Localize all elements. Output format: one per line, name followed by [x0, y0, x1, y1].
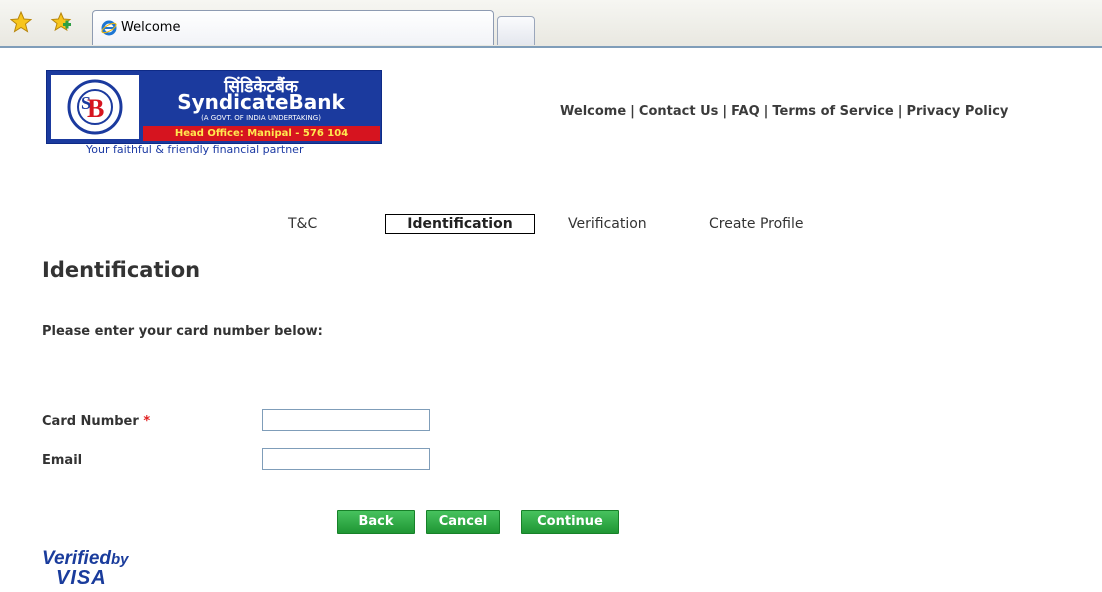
top-nav: Welcome | Contact Us | FAQ | Terms of Service |…	[560, 104, 1008, 119]
logo-head-office: Head Office: Manipal - 576 104	[143, 126, 380, 141]
cancel-button[interactable]: Cancel	[426, 510, 500, 534]
vbv-visa: VISA	[56, 567, 107, 589]
card-number-label-text: Card Number	[42, 414, 139, 429]
step-verification: Verification	[568, 216, 647, 232]
browser-tab-strip: Welcome	[0, 0, 1102, 48]
tab-title: Welcome	[121, 20, 181, 35]
nav-separator: |	[897, 104, 903, 119]
step-identification: Identification	[385, 214, 535, 234]
svg-text:S: S	[81, 93, 91, 113]
email-input[interactable]	[262, 448, 430, 470]
ie-icon	[101, 20, 117, 36]
nav-separator: |	[630, 104, 635, 119]
logo-box: B S सिंडिकेटबैंक SyndicateBank (A GOVT. …	[46, 70, 382, 144]
continue-button[interactable]: Continue	[521, 510, 619, 534]
add-favorite-icon[interactable]	[50, 11, 72, 33]
logo-subtitle: (A GOVT. OF INDIA UNDERTAKING)	[201, 114, 321, 122]
nav-welcome[interactable]: Welcome	[560, 104, 626, 119]
nav-terms-of-service[interactable]: Terms of Service	[772, 104, 893, 119]
new-tab-icon[interactable]	[497, 16, 535, 45]
logo-tagline: Your faithful & friendly financial partn…	[86, 143, 304, 156]
page-title: Identification	[42, 258, 201, 282]
tab-welcome[interactable]: Welcome	[92, 10, 494, 45]
syndicate-bank-logo: B S सिंडिकेटबैंक SyndicateBank (A GOVT. …	[46, 70, 382, 158]
nav-privacy-policy[interactable]: Privacy Policy	[906, 104, 1008, 119]
card-number-label: Card Number *	[42, 414, 150, 429]
bank-emblem-icon: B S	[51, 75, 139, 139]
email-label: Email	[42, 453, 83, 468]
vbv-by: by	[111, 551, 129, 568]
instruction-text: Please enter your card number below:	[42, 324, 323, 339]
favorites-star-icon[interactable]	[10, 11, 32, 33]
nav-contact-us[interactable]: Contact Us	[639, 104, 718, 119]
vbv-verified: Verified	[42, 548, 111, 569]
back-button[interactable]: Back	[337, 510, 415, 534]
nav-separator: |	[763, 104, 769, 119]
logo-name: SyndicateBank	[177, 90, 345, 114]
nav-separator: |	[722, 104, 728, 119]
verified-by-visa-logo: Verifiedby VISA	[42, 548, 162, 589]
nav-faq[interactable]: FAQ	[731, 104, 760, 119]
required-mark: *	[143, 414, 151, 429]
step-tc: T&C	[288, 216, 318, 232]
card-number-input[interactable]	[262, 409, 430, 431]
step-create-profile: Create Profile	[709, 216, 804, 232]
